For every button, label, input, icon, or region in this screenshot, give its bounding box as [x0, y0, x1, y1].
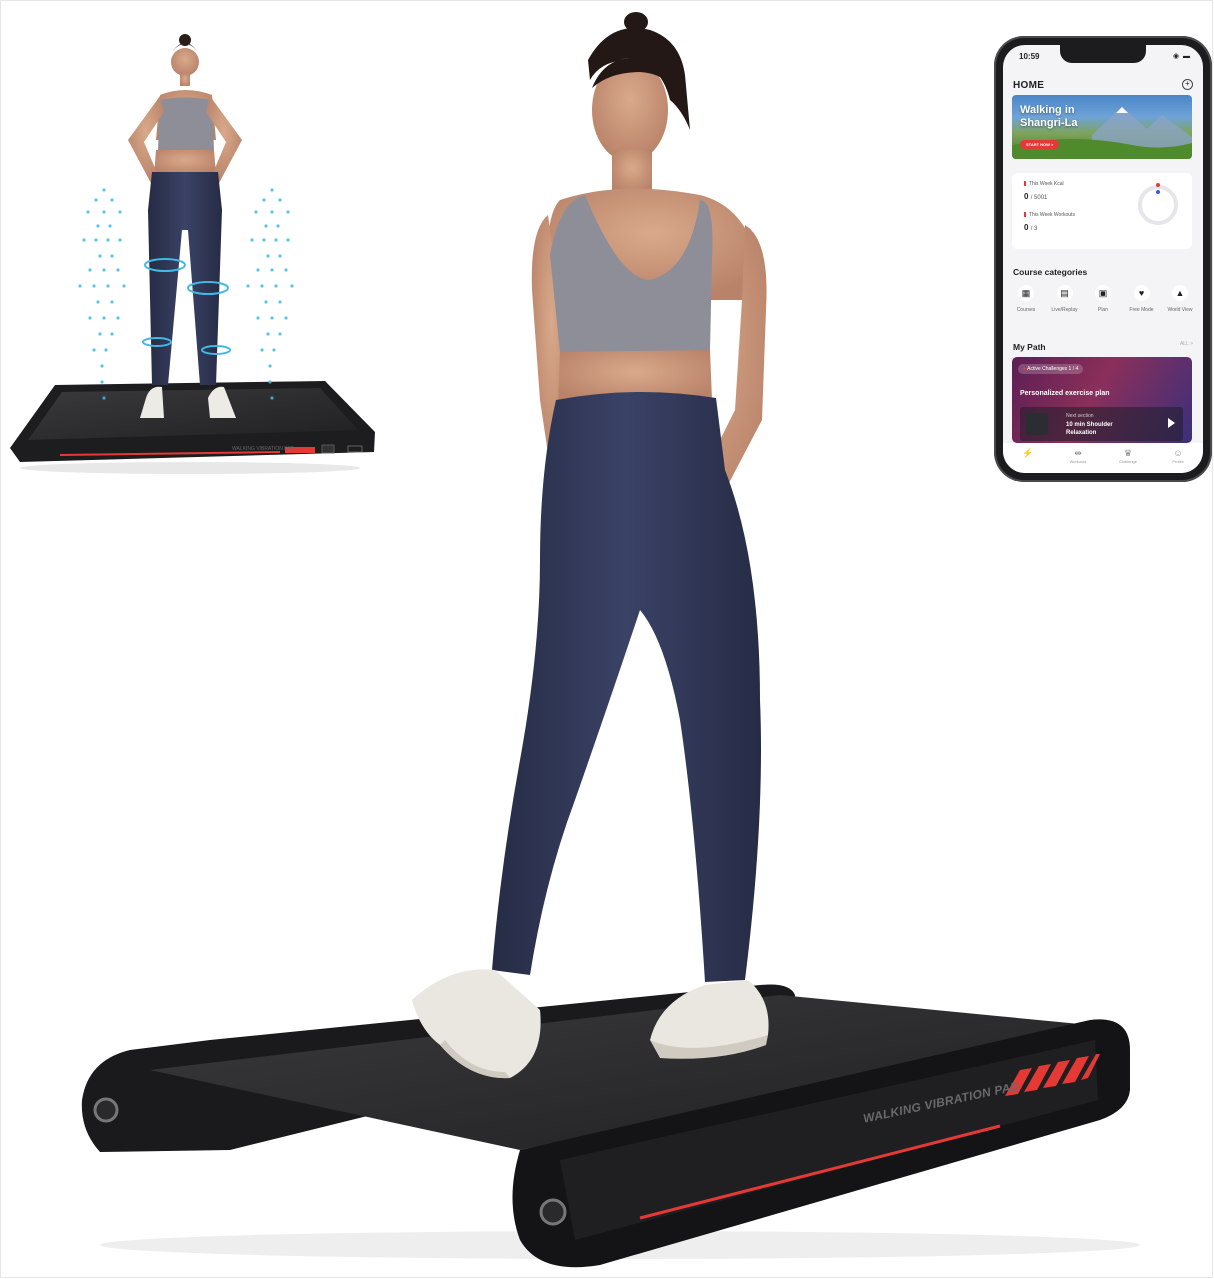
trophy-icon: ♛ [1123, 448, 1133, 458]
category-live-replay[interactable]: ▤ Live/Replay [1046, 285, 1084, 313]
featured-banner[interactable]: Walking in Shangri-La START NOW > [1012, 95, 1192, 159]
calendar-icon: ▣ [1095, 285, 1111, 301]
kcal-label: This Week Kcal [1024, 181, 1064, 187]
product-image: WALKING VIBRATION PAD 10:59 ◉ ▬ HOME + W… [0, 0, 1214, 1279]
next-section-title: 10 min Shoulder Relaxation [1066, 422, 1113, 436]
app-screen: 10:59 ◉ ▬ HOME + Walking in Shangri-La S… [1003, 45, 1203, 473]
tab-profile[interactable]: ☺ Profile [1158, 448, 1198, 464]
walking-model [412, 12, 769, 1079]
standing-model [128, 34, 242, 418]
front-bolt-icon [539, 1198, 567, 1226]
active-challenges-chip: Active Challenges 1 / 4 [1018, 364, 1084, 374]
play-icon[interactable] [1168, 418, 1175, 428]
category-courses[interactable]: ▦ Courses [1007, 285, 1045, 313]
workouts-value: 0 / 3 [1024, 223, 1038, 232]
dumbbell-icon: ⇹ [1074, 448, 1082, 458]
path-card[interactable]: Active Challenges 1 / 4 Personalized exe… [1012, 357, 1192, 443]
kcal-value: 0 / 5001 [1024, 192, 1048, 201]
mini-port-icon [321, 444, 335, 454]
status-time: 10:59 [1019, 52, 1040, 61]
weekly-stats-card: This Week Kcal 0 / 5001 This Week Workou… [1012, 173, 1192, 249]
tab-challenge[interactable]: ♛ Challenge [1108, 448, 1148, 464]
page-title: HOME [1013, 80, 1045, 91]
profile-icon: ☺ [1173, 448, 1183, 458]
bolt-icon: ⚡ [1022, 448, 1034, 458]
mini-treadmill [10, 381, 375, 474]
start-now-button[interactable]: START NOW > [1020, 140, 1060, 149]
next-thumbnail [1026, 413, 1048, 435]
heartbeat-icon: ♥ [1133, 285, 1150, 301]
document-icon: ▤ [1056, 285, 1073, 301]
path-title: Personalized exercise plan [1020, 390, 1110, 397]
ring-marker-blue [1156, 190, 1160, 194]
tab-home[interactable]: ⚡ [1008, 448, 1048, 459]
mountain-icon: ▲ [1172, 285, 1188, 301]
category-free-mode[interactable]: ♥ Free Mode [1123, 285, 1161, 313]
mini-deck-label: WALKING VIBRATION PAD [232, 446, 295, 452]
all-link[interactable]: ALL > [1180, 341, 1193, 347]
phone-mockup: 10:59 ◉ ▬ HOME + Walking in Shangri-La S… [994, 36, 1212, 482]
main-treadmill [81, 984, 1140, 1268]
plus-circle-icon[interactable]: + [1182, 79, 1193, 90]
grid-icon: ▦ [1018, 285, 1034, 301]
my-path-title: My Path [1013, 342, 1046, 352]
category-list: ▦ Courses ▤ Live/Replay ▣ Plan ♥ Free Mo… [1007, 285, 1199, 313]
ring-marker-red [1156, 183, 1160, 187]
status-icons: ◉ ▬ [1172, 53, 1191, 60]
next-section-label: Next section [1066, 413, 1094, 419]
banner-title: Walking in Shangri-La [1020, 104, 1078, 129]
rear-bolt-icon [93, 1097, 119, 1123]
tab-bar: ⚡ ⇹ Workouts ♛ Challenge ☺ Profile [1003, 443, 1203, 473]
category-world-view[interactable]: ▲ World View [1161, 285, 1199, 313]
tab-workouts[interactable]: ⇹ Workouts [1058, 448, 1098, 464]
next-section-box[interactable]: Next section 10 min Shoulder Relaxation [1020, 407, 1183, 441]
workouts-label: This Week Workouts [1024, 212, 1075, 218]
category-plan[interactable]: ▣ Plan [1084, 285, 1122, 313]
course-categories-title: Course categories [1013, 267, 1088, 277]
phone-notch [1060, 45, 1146, 63]
